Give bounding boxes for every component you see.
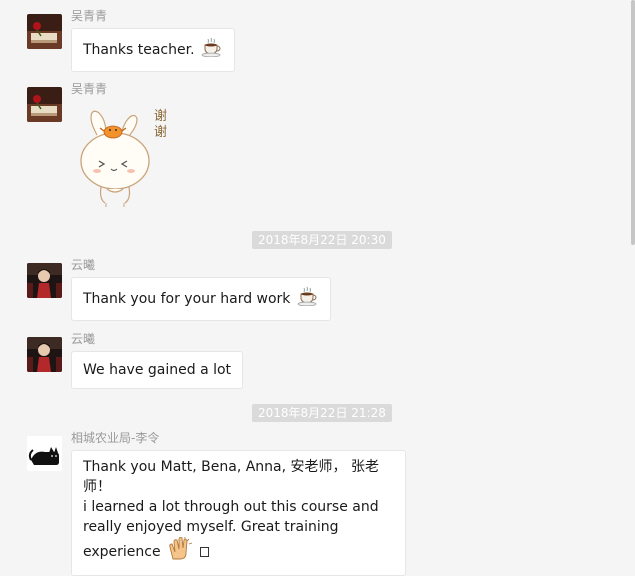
timestamp: 2018年8月22日 21:28 (252, 404, 392, 422)
scrollbar[interactable] (627, 0, 635, 570)
clapping-hands-icon (167, 536, 193, 567)
message-text-line: i learned a lot through out this course … (83, 499, 379, 515)
sticker-text: 谢谢 (154, 109, 168, 140)
avatar[interactable] (27, 263, 62, 298)
unknown-glyph-icon (199, 547, 209, 557)
sender-name: 吴青青 (71, 9, 108, 23)
message-text: We have gained a lot (83, 362, 232, 378)
sender-name: 相城农业局-李令 (71, 431, 160, 445)
avatar[interactable] (27, 87, 62, 122)
avatar[interactable] (27, 337, 62, 372)
timestamp: 2018年8月22日 20:30 (252, 231, 392, 249)
coffee-icon (201, 37, 223, 63)
chat-message-list: 吴青青 Thanks teacher. 吴青青 谢谢 2018年8月22日 20… (0, 0, 635, 576)
message-bubble[interactable]: Thank you Matt, Bena, Anna, 安老师， 张老师！ i … (71, 450, 406, 576)
avatar[interactable] (27, 436, 62, 471)
avatar[interactable] (27, 14, 62, 49)
message-bubble[interactable]: We have gained a lot (71, 351, 244, 389)
sender-name: 云曦 (71, 258, 96, 272)
sender-name: 吴青青 (71, 82, 108, 96)
message-bubble[interactable]: Thank you for your hard work (71, 277, 331, 321)
rabbit-sticker[interactable]: 谢谢 (75, 103, 175, 207)
scrollbar-thumb[interactable] (631, 0, 635, 245)
message-text: Thanks teacher. (83, 42, 195, 58)
coffee-icon (297, 286, 319, 312)
sender-name: 云曦 (71, 332, 96, 346)
message-text-line: really enjoyed myself. Great training (83, 519, 339, 535)
message-text: Thank you for your hard work (83, 291, 291, 307)
message-text-line: experience (83, 544, 161, 560)
message-bubble[interactable]: Thanks teacher. (71, 28, 235, 72)
message-text-line: Thank you Matt, Bena, Anna, 安老师， 张老师！ (83, 459, 379, 495)
